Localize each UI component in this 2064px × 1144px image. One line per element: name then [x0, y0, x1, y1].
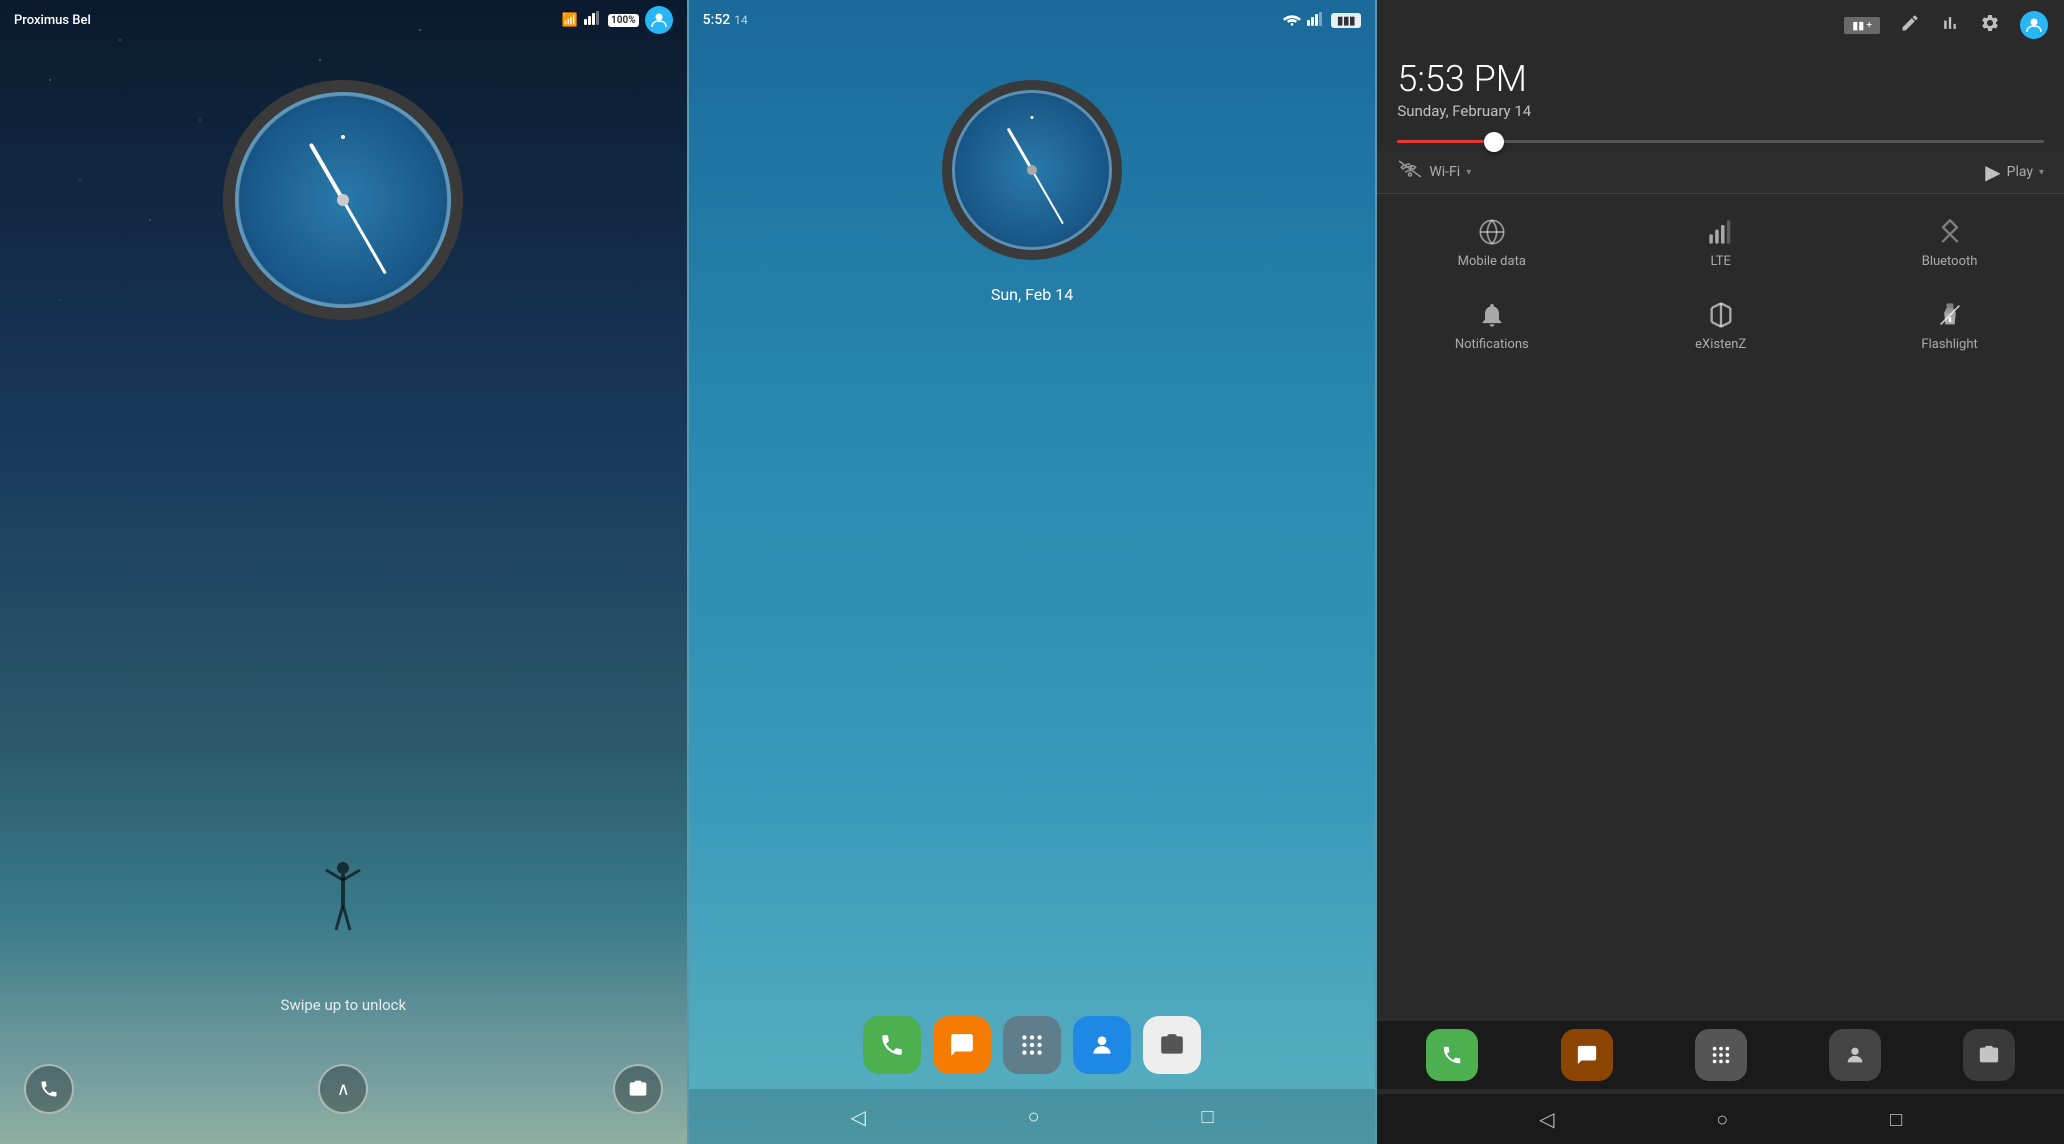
- app-contacts[interactable]: [1073, 1016, 1131, 1074]
- wifi-icon: 📶: [562, 13, 578, 28]
- camera-button[interactable]: [613, 1064, 663, 1114]
- center-dot-home: [1027, 165, 1037, 175]
- signal-icon-home: [1307, 11, 1325, 30]
- lockscreen-clock: [223, 80, 463, 320]
- play-dropdown-arrow[interactable]: ▾: [2039, 167, 2044, 178]
- swipe-text: Swipe up to unlock: [281, 996, 407, 1014]
- status-bar-right: 📶 100 %: [562, 6, 673, 34]
- brightness-slider[interactable]: [1377, 124, 2064, 151]
- slider-track[interactable]: [1397, 140, 2044, 143]
- wifi-dropdown-arrow[interactable]: ▾: [1466, 167, 1471, 178]
- homescreen-panel: 5:52 14 ▮▮▮: [687, 0, 1378, 1144]
- notif-avatar[interactable]: [2020, 11, 2048, 39]
- home-clock-face: [942, 80, 1122, 260]
- settings-icon[interactable]: [1980, 13, 2000, 38]
- existenz-icon: [1707, 301, 1735, 329]
- notification-panel: ▮▮ + 5:53 PM Sunday, Febr: [1377, 0, 2064, 1144]
- existenz-toggle[interactable]: eXistenZ: [1606, 285, 1835, 368]
- chart-icon[interactable]: [1940, 13, 1960, 38]
- home-nav-bar: ◁ ○ □: [689, 1089, 1376, 1144]
- notifications-label: Notifications: [1455, 337, 1529, 352]
- notif-top-bar: ▮▮ +: [1377, 0, 2064, 50]
- notif-app-chat[interactable]: [1561, 1029, 1613, 1081]
- lockscreen-status-bar: Proximus Bel 📶 100 %: [0, 0, 687, 40]
- bluetooth-icon: [1936, 218, 1964, 246]
- existenz-label: eXistenZ: [1695, 337, 1746, 352]
- battery-home: ▮▮▮: [1331, 13, 1361, 28]
- notif-recents-button[interactable]: □: [1890, 1107, 1902, 1132]
- avatar[interactable]: [645, 6, 673, 34]
- play-toggle[interactable]: ▶ Play ▾: [1985, 160, 2044, 184]
- clock-center-dot: [337, 194, 349, 206]
- silhouette-area: [0, 860, 687, 944]
- slider-fill: [1397, 140, 1494, 143]
- wifi-icon-home: [1283, 11, 1301, 30]
- homescreen-status-bar: 5:52 14 ▮▮▮: [689, 0, 1376, 40]
- flashlight-icon: [1936, 301, 1964, 329]
- clock-dot: [341, 135, 345, 139]
- time-display: 5:52 14: [703, 12, 748, 28]
- wifi-off-icon: [1397, 159, 1423, 185]
- carrier-name: Proximus Bel: [14, 13, 91, 28]
- swipe-up-button[interactable]: ∧: [318, 1064, 368, 1114]
- app-chat[interactable]: [933, 1016, 991, 1074]
- home-time-suffix: 14: [734, 13, 748, 27]
- notif-date: Sunday, February 14: [1397, 102, 2044, 120]
- wifi-toggle[interactable]: Wi-Fi ▾: [1397, 159, 1471, 185]
- notif-app-phone[interactable]: [1426, 1029, 1478, 1081]
- battery-level: 100: [611, 15, 628, 26]
- notif-app-camera[interactable]: [1963, 1029, 2015, 1081]
- app-grid[interactable]: [1003, 1016, 1061, 1074]
- clock-face: [223, 80, 463, 320]
- mobile-data-icon: [1478, 218, 1506, 246]
- wifi-label: Wi-Fi: [1429, 164, 1460, 180]
- notif-datetime: 5:53 PM Sunday, February 14: [1377, 50, 2064, 124]
- back-button[interactable]: ◁: [850, 1105, 865, 1129]
- signal-icon: [584, 11, 602, 29]
- phone-button[interactable]: [24, 1064, 74, 1114]
- notifications-toggle[interactable]: Notifications: [1377, 285, 1606, 368]
- flashlight-label: Flashlight: [1921, 337, 1977, 352]
- notif-app-grid[interactable]: [1695, 1029, 1747, 1081]
- notif-app-contacts[interactable]: [1829, 1029, 1881, 1081]
- notif-nav-bar: ◁ ○ □: [1377, 1094, 2064, 1144]
- play-icon: ▶: [1985, 160, 2000, 184]
- bluetooth-toggle[interactable]: Bluetooth: [1835, 202, 2064, 285]
- mobile-data-toggle[interactable]: Mobile data: [1377, 202, 1606, 285]
- quick-grid: Mobile data LTE Bluetooth Notification: [1377, 194, 2064, 376]
- recents-button[interactable]: □: [1201, 1104, 1213, 1129]
- slider-thumb[interactable]: [1484, 132, 1504, 152]
- app-phone[interactable]: [863, 1016, 921, 1074]
- play-label: Play: [2007, 164, 2033, 180]
- lockscreen-panel: Proximus Bel 📶 100 %: [0, 0, 687, 1144]
- notif-back-button[interactable]: ◁: [1539, 1107, 1554, 1131]
- home-date: Sun, Feb 14: [991, 285, 1073, 304]
- lte-icon: [1707, 218, 1735, 246]
- home-button[interactable]: ○: [1028, 1104, 1040, 1129]
- mobile-data-label: Mobile data: [1458, 254, 1526, 269]
- quick-toggle-row: Wi-Fi ▾ ▶ Play ▾: [1377, 151, 2064, 194]
- notif-bottom-apps: [1377, 1021, 2064, 1089]
- app-camera[interactable]: [1143, 1016, 1201, 1074]
- bluetooth-label: Bluetooth: [1922, 254, 1978, 269]
- battery-indicator: 100 %: [608, 14, 639, 27]
- notif-time: 5:53 PM: [1397, 58, 2044, 100]
- home-clock: [942, 80, 1122, 260]
- notif-home-button[interactable]: ○: [1716, 1107, 1728, 1132]
- notifications-icon: [1478, 301, 1506, 329]
- home-time: 5:52: [703, 12, 731, 28]
- battery-notif: ▮▮ +: [1844, 17, 1880, 34]
- lte-label: LTE: [1710, 254, 1730, 269]
- edit-icon[interactable]: [1900, 13, 1920, 38]
- homescreen-status-right: ▮▮▮: [1283, 11, 1361, 30]
- lockscreen-bottom-buttons: ∧: [0, 1064, 687, 1114]
- flashlight-toggle[interactable]: Flashlight: [1835, 285, 2064, 368]
- lte-toggle[interactable]: LTE: [1606, 202, 1835, 285]
- clock-dot-home: [1031, 116, 1034, 119]
- app-dock: [863, 1016, 1201, 1074]
- person-silhouette: [318, 860, 368, 940]
